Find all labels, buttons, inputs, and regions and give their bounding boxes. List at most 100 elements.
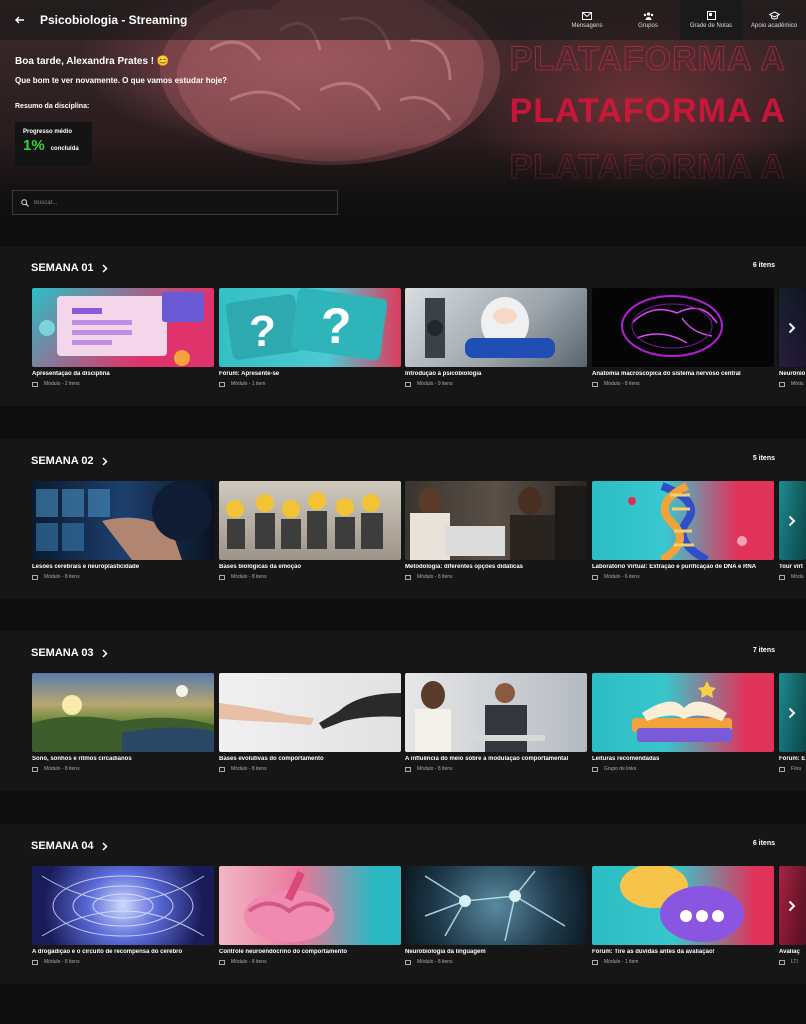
card-meta-text: Módulo - 2 itens: [44, 381, 80, 387]
module-icon: [592, 959, 598, 965]
nav-label: Apoio acadêmico: [750, 23, 798, 29]
module-card[interactable]: Leituras recomendadas Grupo de links: [592, 673, 774, 772]
card-title: Apresentação da disciplina: [32, 371, 110, 377]
module-card[interactable]: Fórum: Tire as dúvidas antes da avaliaçã…: [592, 866, 774, 965]
card-meta-text: Módulo - 8 itens: [417, 959, 453, 965]
chevron-right-icon: [102, 263, 108, 273]
card-thumbnail[interactable]: [405, 481, 587, 560]
carousel-next-button[interactable]: [778, 481, 806, 560]
module-icon: [592, 574, 598, 580]
module-card[interactable]: A drogadição e o circuito de recompensa …: [32, 866, 214, 965]
card-meta: Módulo - 8 itens: [32, 959, 214, 965]
card-meta-text: Módulo - 6 itens: [604, 574, 640, 580]
card-thumbnail[interactable]: [405, 673, 587, 752]
carousel-next-button[interactable]: [778, 673, 806, 752]
card-meta-text: Grupo de links: [604, 766, 637, 772]
nav-academic-support[interactable]: Apoio acadêmico: [742, 0, 806, 40]
module-card[interactable]: Laboratório Virtual: Extração e purifica…: [592, 481, 774, 580]
card-thumbnail[interactable]: [32, 288, 214, 367]
card-thumbnail[interactable]: [32, 866, 214, 945]
card-meta: Módulo - 2 itens: [32, 381, 214, 387]
module-card[interactable]: Anatomia macroscópica do sistema nervoso…: [592, 288, 774, 387]
chevron-right-icon: [102, 841, 108, 851]
card-meta-text: Módulo - 8 itens: [44, 574, 80, 580]
card-thumbnail[interactable]: [592, 673, 774, 752]
watermark-text: PLATAFORMA A: [509, 92, 786, 130]
card-title: A drogadição e o circuito de recompensa …: [32, 949, 183, 955]
card-thumbnail[interactable]: [32, 673, 214, 752]
progress-card: Progresso médio 1% concluída: [15, 122, 92, 166]
graduation-cap-icon: [768, 11, 780, 20]
card-thumbnail[interactable]: [592, 288, 774, 367]
card-meta: Módulo - 8 itens: [32, 766, 214, 772]
card-thumbnail[interactable]: [592, 481, 774, 560]
nav-grades[interactable]: Grade de Notas: [680, 0, 742, 40]
week-header[interactable]: SEMANA 04: [31, 840, 108, 852]
card-meta: Módulo - 9 itens: [405, 381, 587, 387]
module-icon: [405, 959, 411, 965]
module-card[interactable]: Metodologia: diferentes opções didáticas…: [405, 481, 587, 580]
module-card[interactable]: Sono, sonhos e ritmos circadianos Módulo…: [32, 673, 214, 772]
card-meta-text: Módulo - 8 itens: [44, 766, 80, 772]
search-input[interactable]: [34, 199, 314, 206]
card-meta: Módulo - 8 itens: [405, 766, 587, 772]
week-title: SEMANA 01: [31, 262, 94, 274]
card-title: Neurobiologia da linguagem: [405, 949, 486, 955]
card-meta: Módu: [779, 574, 806, 580]
card-title: Bases biológicas da emoção: [219, 564, 302, 570]
module-icon: [32, 959, 38, 965]
module-card[interactable]: Lesões cerebrais e neuroplasticidade Mód…: [32, 481, 214, 580]
carousel-next-button[interactable]: [778, 288, 806, 367]
card-thumbnail[interactable]: [219, 866, 401, 945]
card-meta-text: Módulo - 1 item: [231, 381, 266, 387]
card-thumbnail[interactable]: [32, 481, 214, 560]
card-thumbnail[interactable]: [592, 866, 774, 945]
nav-messages[interactable]: Mensagens: [558, 0, 616, 40]
module-icon: [592, 381, 598, 387]
carousel-next-button[interactable]: [778, 866, 806, 945]
card-thumbnail[interactable]: ??: [219, 288, 401, 367]
module-card[interactable]: Bases biológicas da emoção Módulo - 8 it…: [219, 481, 401, 580]
nav-groups[interactable]: Grupos: [616, 0, 680, 40]
card-thumbnail[interactable]: [405, 288, 587, 367]
week-header[interactable]: SEMANA 03: [31, 647, 108, 659]
card-meta: Módulo - 8 itens: [405, 959, 587, 965]
week-section: SEMANA 01 6 itens Apresentação da discip…: [0, 246, 806, 406]
module-icon: [219, 959, 225, 965]
module-icon: [779, 381, 785, 387]
link-group-icon: [592, 766, 598, 772]
card-thumbnail[interactable]: [219, 481, 401, 560]
search-icon: [21, 198, 29, 207]
week-title: SEMANA 04: [31, 840, 94, 852]
module-card[interactable]: Controle neuroendócrino do comportamento…: [219, 866, 401, 965]
module-card[interactable]: Apresentação da disciplina Módulo - 2 it…: [32, 288, 214, 387]
card-meta: Módu: [779, 381, 806, 387]
top-bar: Psicobiologia - Streaming Mensagens Grup…: [0, 0, 806, 40]
module-card[interactable]: A influência do meio sobre a modulação c…: [405, 673, 587, 772]
users-icon: [643, 11, 653, 20]
card-meta-text: Módulo - 8 itens: [231, 574, 267, 580]
card-meta-text: Fóru: [791, 766, 802, 772]
chevron-right-icon: [102, 456, 108, 466]
card-thumbnail[interactable]: [405, 866, 587, 945]
search-box[interactable]: [12, 190, 338, 215]
module-card[interactable]: Bases evolutivas do comportamento Módulo…: [219, 673, 401, 772]
module-card[interactable]: Introdução à psicobiologia Módulo - 9 it…: [405, 288, 587, 387]
card-title: Lesões cerebrais e neuroplasticidade: [32, 564, 140, 570]
card-meta-text: Módu: [791, 574, 804, 580]
week-header[interactable]: SEMANA 02: [31, 455, 108, 467]
card-title: Introdução à psicobiologia: [405, 371, 482, 377]
module-card[interactable]: Neurobiologia da linguagem Módulo - 8 it…: [405, 866, 587, 965]
week-header[interactable]: SEMANA 01: [31, 262, 108, 274]
card-meta-text: Módulo - 8 itens: [604, 381, 640, 387]
back-button[interactable]: [0, 0, 40, 40]
card-thumbnail[interactable]: [219, 673, 401, 752]
lti-icon: [779, 959, 785, 965]
module-icon: [32, 381, 38, 387]
card-title: Tour virt: [779, 564, 803, 570]
arrow-left-icon: [15, 16, 24, 24]
card-meta: LTI: [779, 959, 806, 965]
module-icon: [779, 574, 785, 580]
card-meta-text: Módulo - 8 itens: [44, 959, 80, 965]
module-card[interactable]: ?? Fórum: Apresente-se Módulo - 1 item: [219, 288, 401, 387]
